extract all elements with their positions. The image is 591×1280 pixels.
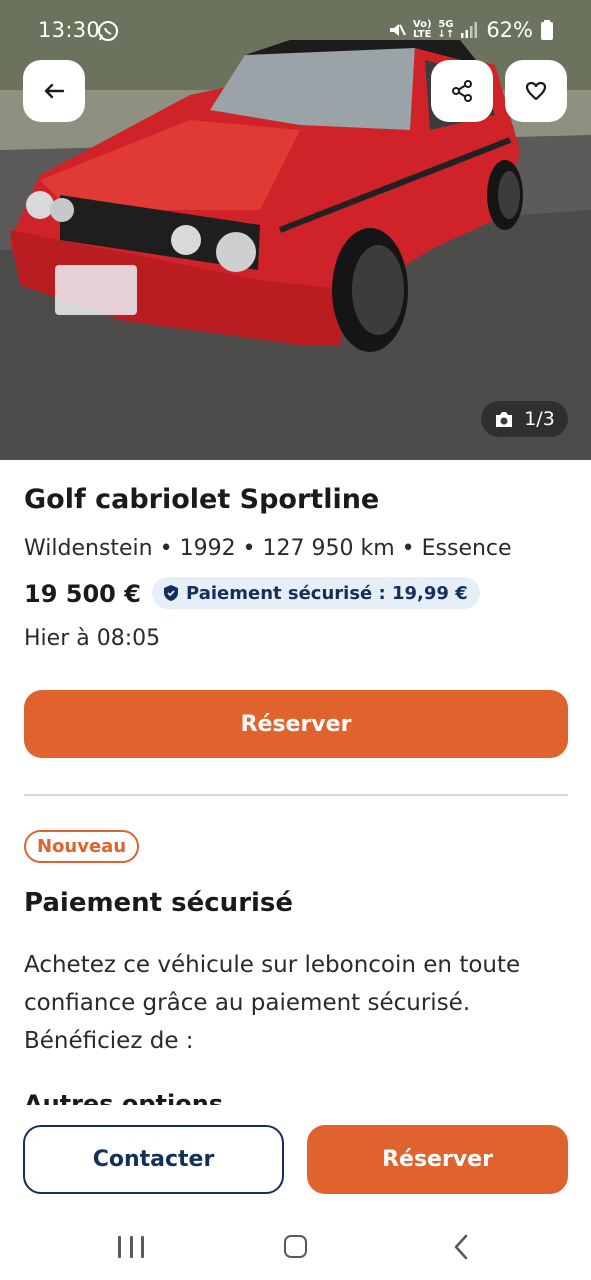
system-back-button[interactable] — [452, 1234, 470, 1260]
secure-payment-description: Achetez ce véhicule sur leboncoin en tou… — [24, 952, 521, 1054]
recents-bar — [129, 1236, 133, 1258]
listing-date: Hier à 08:05 — [24, 626, 161, 651]
recents-bar — [118, 1236, 121, 1258]
status-right: Vo) LTE 5G ↓↑ 62% — [387, 18, 553, 42]
bottom-action-bar: Contacter Réserver — [0, 1105, 591, 1210]
car-photo — [0, 0, 591, 460]
secure-payment-text: Paiement sécurisé : 19,99 € — [186, 582, 468, 604]
system-nav-bar — [0, 1210, 591, 1280]
heart-icon — [525, 81, 547, 101]
photo-counter-text: 1/3 — [524, 408, 555, 430]
back-button[interactable] — [23, 60, 85, 122]
share-button[interactable] — [431, 60, 493, 122]
photo-counter: 1/3 — [481, 401, 568, 437]
listing-title: Golf cabriolet Sportline — [24, 484, 380, 515]
status-bar: 13:30 Vo) LTE 5G ↓↑ 62% — [0, 0, 591, 60]
shield-icon — [164, 585, 178, 601]
reserve-button-bottom[interactable]: Réserver — [307, 1125, 568, 1194]
status-time: 13:30 — [38, 18, 101, 42]
whatsapp-icon — [98, 21, 118, 41]
recents-button[interactable] — [118, 1236, 144, 1258]
reserve-button[interactable]: Réserver — [24, 690, 568, 758]
battery-icon — [541, 20, 553, 40]
recents-bar — [141, 1236, 144, 1258]
contact-button[interactable]: Contacter — [23, 1125, 284, 1194]
camera-icon — [496, 411, 513, 427]
share-icon — [452, 80, 472, 102]
secure-payment-badge: Paiement sécurisé : 19,99 € — [152, 577, 480, 609]
signal-icon — [461, 22, 478, 38]
network-volte-icon: Vo) LTE — [412, 19, 432, 40]
listing-photo[interactable]: 13:30 Vo) LTE 5G ↓↑ 62% 1/3 — [0, 0, 591, 460]
battery-percent: 62% — [486, 18, 533, 42]
mute-icon — [389, 24, 406, 36]
arrow-left-icon — [44, 83, 65, 99]
network-5g-icon: 5G ↓↑ — [437, 19, 455, 40]
new-badge: Nouveau — [24, 830, 140, 863]
listing-meta: Wildenstein • 1992 • 127 950 km • Essenc… — [24, 536, 512, 561]
divider — [24, 794, 568, 796]
favorite-button[interactable] — [505, 60, 567, 122]
listing-price: 19 500 € — [24, 580, 141, 608]
home-button[interactable] — [284, 1235, 307, 1258]
secure-payment-title: Paiement sécurisé — [24, 888, 294, 918]
secure-payment-list-peek: Autres options — [24, 1090, 224, 1106]
